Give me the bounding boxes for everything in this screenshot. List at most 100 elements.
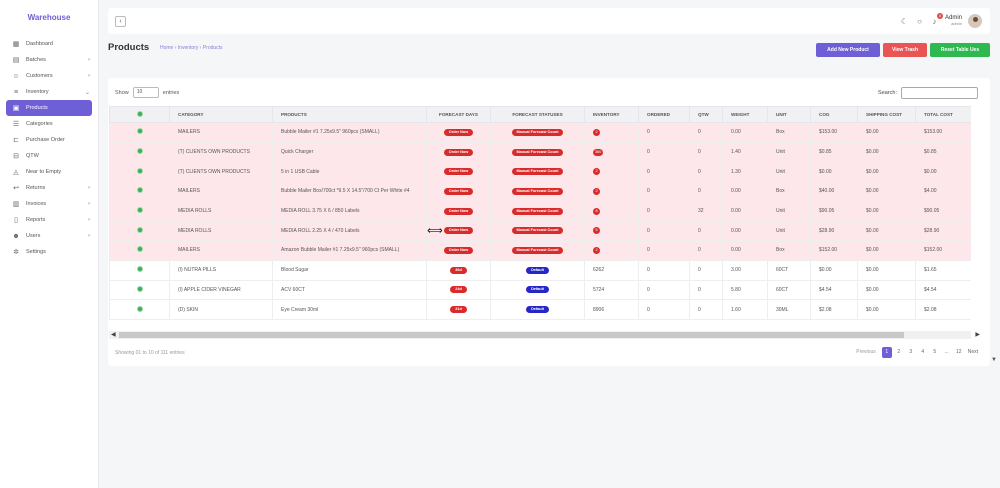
topbar-actions: ☾ ○ ♪ 4 Admin admin (900, 12, 982, 28)
resize-cursor-icon: ⟺ (427, 225, 443, 237)
horizontal-scrollbar[interactable]: ◀ ▶ (109, 331, 980, 339)
bell-icon[interactable]: ♪ 4 (930, 12, 943, 26)
breadcrumb-inventory[interactable]: Inventory (178, 45, 199, 51)
user-info[interactable]: Admin admin (945, 15, 962, 27)
chevron-right-icon: › (88, 217, 90, 223)
shipping-cost-cell: $0.00 (857, 141, 916, 163)
table-row[interactable]: (I) NUTRA PILLS Blood Sugar 36d Default 6262… (109, 259, 971, 281)
brand-logo[interactable]: Warehouse (0, 0, 98, 36)
sidebar-item-settings[interactable]: ✲ Settings (0, 244, 98, 260)
status-dot-icon[interactable] (136, 285, 143, 292)
page-button[interactable]: 4 (918, 347, 928, 358)
table-row[interactable]: MEDIA ROLLS MEDIA ROLL 3.75 X 6 / 850 Lab… (109, 200, 971, 222)
sidebar-item-invoices[interactable]: ▥ Invoices › (0, 196, 98, 212)
unit-cell: Unit (767, 161, 811, 183)
search-icon[interactable]: ○ (915, 17, 924, 26)
breadcrumb-home[interactable]: Home (160, 45, 173, 51)
table-row[interactable]: (I) APPLE CIDER VINEGAR ACV 60CT 24d Defaul… (109, 279, 971, 301)
status-dot-icon[interactable] (136, 305, 143, 312)
unit-cell: Box (767, 122, 811, 143)
column-header[interactable]: SHIPPING COST (857, 106, 916, 123)
grid-icon: ▦ (12, 41, 20, 48)
scroll-down-icon[interactable]: ▼ (991, 357, 997, 363)
avatar[interactable] (968, 14, 982, 28)
view-trash-button[interactable]: View Trash (883, 43, 927, 57)
forecast-badge: Order Now (443, 227, 474, 235)
collapse-sidebar-button[interactable]: ‹ (115, 15, 126, 27)
sidebar-item-inventory[interactable]: ≡ Inventory ⌄ (0, 84, 98, 100)
inventory-cell: 8906 (584, 299, 639, 320)
column-header[interactable]: COG (810, 106, 858, 123)
table-row[interactable]: MAILERS Amazon Bubble Mailer #1 7.25x9.5"… (109, 240, 971, 261)
sidebar-item-batches[interactable]: ▤ Batches › (0, 52, 98, 68)
page-button[interactable]: 12 (954, 347, 964, 358)
table-row[interactable]: MAILERS Bubble Mailer #1 7.25x9.5" 960pcs… (109, 122, 971, 143)
status-dot-icon[interactable] (136, 187, 143, 194)
reset-table-button[interactable]: Reset Table Ues (930, 43, 990, 57)
add-new-product-button[interactable]: Add New Product (816, 43, 880, 57)
sidebar-item-customers[interactable]: ☺ Customers › (0, 68, 98, 84)
sidebar-item-categories[interactable]: ☰ Categories (0, 116, 98, 132)
page-button[interactable]: 3 (906, 347, 916, 358)
sidebar-item-purchase-order[interactable]: ⊏ Purchase Order (0, 132, 98, 148)
sidebar-item-label: Customers (26, 73, 53, 79)
search-input[interactable] (901, 87, 978, 99)
forecast-days-cell: 36d (426, 259, 491, 281)
column-header[interactable]: ORDERED (638, 106, 690, 123)
inventory-cell: 2 (584, 181, 639, 202)
status-dot-icon[interactable] (136, 266, 143, 273)
inventory-badge: 2 (593, 168, 600, 176)
sidebar-item-near-to-empty[interactable]: ◬ Near to Empty (0, 164, 98, 180)
table-row[interactable]: (T) CLIENTS OWN PRODUCTS Quick Charger Ord… (109, 141, 971, 163)
page-button[interactable]: 2 (894, 347, 904, 358)
status-badge: Default (526, 266, 549, 274)
page-button[interactable]: 5 (930, 347, 940, 358)
page-button[interactable]: ... (942, 347, 952, 358)
cog-cell: $4.54 (810, 279, 858, 301)
forecast-badge: Order Now (443, 246, 474, 254)
status-dot-icon[interactable] (136, 128, 143, 135)
qtw-cell: 0 (689, 220, 723, 242)
table-row[interactable]: (D) SKIN Eye Cream 30ml 31d Default 8906 0 0 1.… (109, 299, 971, 320)
column-header[interactable]: PRODUCTS (272, 106, 427, 123)
scroll-left-icon[interactable]: ◀ (111, 331, 116, 338)
column-header[interactable]: QTW (689, 106, 723, 123)
status-dot-icon[interactable] (136, 207, 143, 214)
scroll-right-icon[interactable]: ▶ (975, 331, 980, 338)
table-row[interactable]: MEDIA ROLLS MEDIA ROLL 2.25 X 4 / 470 Lab… (109, 220, 971, 242)
column-header[interactable]: CATEGORY (169, 106, 273, 123)
previous-page-button[interactable]: Previous (852, 347, 879, 358)
sidebar-item-label: Users (26, 233, 41, 239)
sidebar-item-users[interactable]: ☻ Users › (0, 228, 98, 244)
entries-select[interactable]: 10 (132, 87, 159, 98)
file-icon: ▯ (14, 217, 18, 224)
sidebar-item-qtw[interactable]: ⊟ QTW (0, 148, 98, 164)
status-dot-icon[interactable] (136, 167, 143, 174)
status-dot-icon[interactable] (136, 246, 143, 253)
table-row[interactable]: MAILERS Bubble Mailer Box/700ct *9.5 X 14… (109, 181, 971, 202)
next-page-button[interactable]: Next (966, 347, 980, 358)
column-header[interactable]: FORECAST STATUSES (490, 106, 585, 123)
column-header[interactable]: WEIGHT (722, 106, 768, 123)
show-label: Show (115, 89, 129, 96)
forecast-status-cell: Default (490, 259, 585, 281)
sidebar-item-dashboard[interactable]: ▦ Dashboard (0, 36, 98, 52)
ordered-cell: 0 (638, 181, 690, 202)
sidebar-item-reports[interactable]: ▯ Reports › (0, 212, 98, 228)
pagination: Previous 1 2 3 4 5... 12 Next (852, 347, 980, 358)
gear-icon: ✲ (13, 249, 19, 256)
moon-icon[interactable]: ☾ (900, 17, 909, 26)
table-row[interactable]: (T) CLIENTS OWN PRODUCTS 5 in 1 USB Cable… (109, 161, 971, 183)
scroll-thumb[interactable] (119, 332, 904, 338)
column-header[interactable]: INVENTORY (584, 106, 639, 123)
shipping-cost-cell: $0.00 (857, 181, 916, 202)
column-header[interactable]: UNIT (767, 106, 811, 123)
column-header[interactable]: FORECAST DAYS (426, 106, 491, 123)
column-header[interactable]: TOTAL COST (915, 106, 971, 123)
page-button[interactable]: 1 (881, 347, 892, 358)
status-dot-icon[interactable] (136, 226, 143, 233)
status-dot-icon[interactable] (136, 148, 143, 155)
column-header[interactable] (109, 106, 170, 123)
sidebar-item-products[interactable]: ▣ Products (6, 100, 92, 116)
sidebar-item-returns[interactable]: ↩ Returns › (0, 180, 98, 196)
